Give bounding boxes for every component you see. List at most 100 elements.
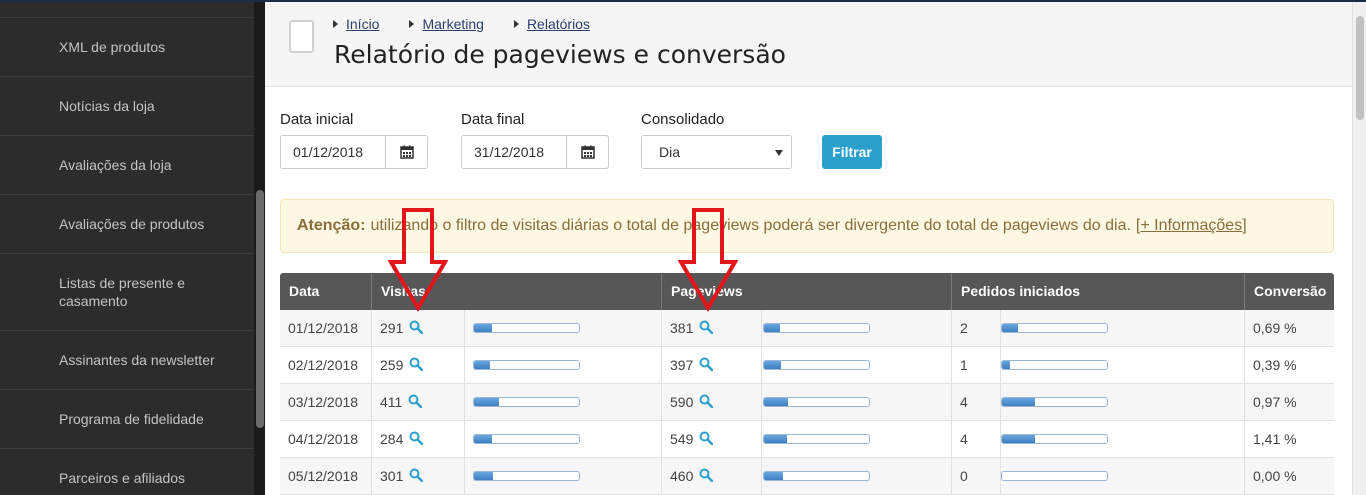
pageviews-progress-bar (763, 434, 870, 444)
visits-value: 259 (380, 357, 404, 373)
orders-progress-fill (1002, 324, 1018, 332)
pageviews-value: 397 (670, 357, 694, 373)
start-date-value[interactable]: 01/12/2018 (281, 136, 386, 168)
search-icon[interactable] (409, 357, 424, 372)
search-icon[interactable] (699, 394, 714, 409)
cell-orders-bar (1000, 310, 1244, 347)
table-row: 01/12/2018 291 381 2 0,69 % (280, 310, 1334, 347)
pageviews-progress-bar (763, 397, 870, 407)
sidebar-item-label: Programa de fidelidade (59, 411, 204, 427)
sidebar-item-avaliacoes-loja[interactable]: Avaliações da loja (0, 135, 254, 194)
column-header-conversion: Conversão (1244, 273, 1334, 310)
sidebar-item-fidelidade[interactable]: Programa de fidelidade (0, 389, 254, 448)
alert-bracket-close: ] (1242, 217, 1247, 234)
visits-value: 301 (380, 468, 404, 484)
sidebar-item-previous[interactable] (0, 2, 254, 17)
orders-progress-bar (1001, 360, 1108, 370)
sidebar-item-parceiros[interactable]: Parceiros e afiliados (0, 448, 254, 495)
cell-pageviews-bar (761, 310, 951, 347)
page-header: Início Marketing Relatórios Relatório de… (265, 2, 1352, 87)
cell-visits: 411 (371, 384, 464, 421)
pageviews-value: 381 (670, 320, 694, 336)
more-info-link[interactable]: + Informações (1140, 217, 1242, 235)
orders-progress-bar (1001, 323, 1108, 333)
breadcrumb-item: Relatórios (513, 16, 590, 32)
table-row: 02/12/2018 259 397 1 0,39 % (280, 347, 1334, 384)
breadcrumb-link-relatorios[interactable]: Relatórios (527, 16, 590, 32)
search-icon[interactable] (409, 468, 424, 483)
cell-orders: 1 (951, 347, 1000, 384)
visits-value: 284 (380, 431, 404, 447)
cell-date: 04/12/2018 (288, 431, 359, 447)
visits-progress-bar (473, 471, 580, 481)
cell-date: 02/12/2018 (288, 357, 359, 373)
visits-progress-bar (473, 323, 580, 333)
search-icon[interactable] (699, 468, 714, 483)
calendar-icon[interactable] (386, 136, 427, 168)
visits-progress-bar (473, 360, 580, 370)
visits-progress-fill (474, 435, 492, 443)
search-icon[interactable] (699, 357, 714, 372)
visits-progress-fill (474, 472, 493, 480)
breadcrumb-link-inicio[interactable]: Início (346, 16, 379, 32)
sidebar-item-label: Avaliações da loja (59, 157, 172, 173)
search-icon[interactable] (409, 431, 424, 446)
breadcrumb-item: Início (333, 16, 379, 32)
visits-progress-bar (473, 434, 580, 444)
sidebar-scrollbar-thumb[interactable] (256, 190, 264, 428)
orders-progress-bar (1001, 397, 1108, 407)
page-scrollbar-track[interactable] (1352, 2, 1366, 495)
search-icon[interactable] (699, 431, 714, 446)
pageviews-progress-bar (763, 323, 870, 333)
cell-visits-bar (464, 347, 661, 384)
annotation-arrow-down-icon (388, 208, 448, 312)
pageviews-progress-fill (764, 398, 789, 406)
visits-progress-bar (473, 397, 580, 407)
sidebar-item-listas-presente[interactable]: Listas de presente e casamento (0, 253, 254, 330)
cell-date: 01/12/2018 (288, 320, 359, 336)
visits-progress-fill (474, 398, 500, 406)
column-header-date: Data (289, 283, 320, 299)
pageviews-progress-bar (763, 471, 870, 481)
table-row: 04/12/2018 284 549 4 1,41 % (280, 421, 1334, 458)
sidebar-item-label: Assinantes da newsletter (59, 352, 215, 368)
breadcrumb-link-marketing[interactable]: Marketing (422, 16, 483, 32)
cell-visits-bar (464, 310, 661, 347)
pageviews-progress-fill (764, 324, 780, 332)
cell-conversion: 0,97 % (1244, 384, 1334, 421)
filter-button[interactable]: Filtrar (822, 135, 882, 169)
orders-progress-fill (1002, 435, 1035, 443)
cell-visits-bar (464, 384, 661, 421)
orders-progress-fill (1002, 398, 1035, 406)
search-icon[interactable] (408, 394, 423, 409)
cell-orders: 4 (951, 421, 1000, 458)
consolidated-select-value: Dia (659, 144, 681, 160)
visits-value: 291 (380, 320, 404, 336)
search-icon[interactable] (409, 320, 424, 335)
caret-right-icon (333, 20, 338, 28)
end-date-value[interactable]: 31/12/2018 (462, 136, 567, 168)
cell-visits: 284 (371, 421, 464, 458)
cell-orders-bar (1000, 421, 1244, 458)
page-scrollbar-thumb[interactable] (1356, 16, 1364, 120)
sidebar-item-xml-produtos[interactable]: XML de produtos (0, 17, 254, 76)
cell-conversion: 0,69 % (1244, 310, 1334, 347)
start-date-field[interactable]: 01/12/2018 (280, 135, 428, 169)
cell-orders: 2 (951, 310, 1000, 347)
sidebar-item-avaliacoes-produtos[interactable]: Avaliações de produtos (0, 194, 254, 253)
end-date-field[interactable]: 31/12/2018 (461, 135, 609, 169)
sidebar: XML de produtos Notícias da loja Avaliaç… (0, 2, 265, 495)
caret-right-icon (409, 20, 415, 28)
consolidated-select[interactable]: Dia (641, 135, 792, 169)
sidebar-item-newsletter[interactable]: Assinantes da newsletter (0, 330, 254, 389)
cell-conversion: 0,39 % (1244, 347, 1334, 384)
cell-orders-bar (1000, 347, 1244, 384)
calendar-icon[interactable] (567, 136, 608, 168)
sidebar-item-label: Listas de presente e casamento (59, 275, 186, 309)
pageviews-value: 549 (670, 431, 694, 447)
sidebar-item-noticias[interactable]: Notícias da loja (0, 76, 254, 135)
cell-conversion: 1,41 % (1244, 421, 1334, 458)
alert-strong: Atenção: (297, 217, 366, 234)
search-icon[interactable] (699, 320, 714, 335)
breadcrumb-item: Marketing (409, 16, 484, 32)
